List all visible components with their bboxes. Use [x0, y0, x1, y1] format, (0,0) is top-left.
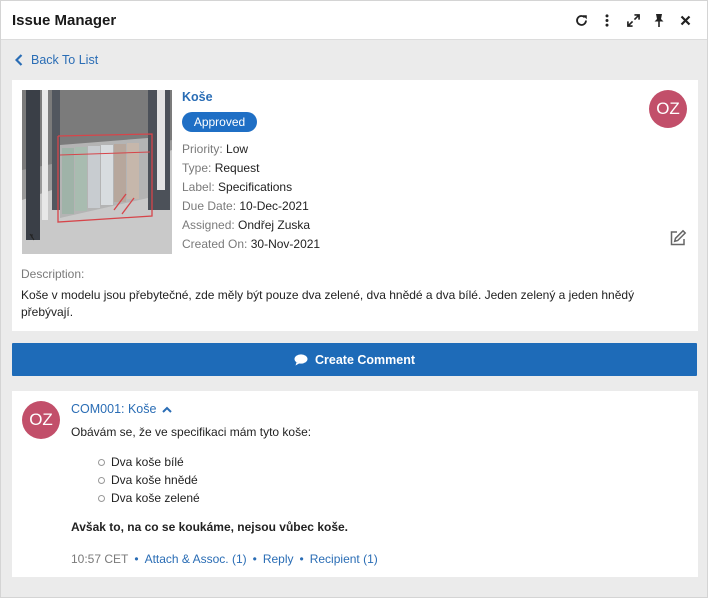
separator-dot: •	[252, 552, 257, 566]
comment-conclusion: Avšak to, na co se koukáme, nejsou vůbec…	[71, 520, 349, 534]
priority-label: Priority:	[182, 142, 223, 156]
refresh-icon[interactable]	[573, 11, 589, 29]
label-label: Label:	[182, 180, 215, 194]
comment-heading-label: COM001: Koše	[71, 402, 157, 416]
label-row: Label: Specifications	[182, 180, 292, 194]
window-toolbar	[573, 11, 693, 29]
attach-assoc-link[interactable]: Attach & Assoc. (1)	[145, 552, 247, 566]
comment-avatar: OZ	[22, 401, 60, 439]
comment-heading[interactable]: COM001: Koše	[71, 402, 173, 416]
comment-list: Dva koše bílé Dva koše hnědé Dva koše ze…	[97, 455, 200, 509]
back-to-list-link[interactable]: Back To List	[15, 53, 98, 67]
assignee-avatar: OZ	[649, 90, 687, 128]
comment-card: OZ COM001: Koše Obávám se, že ve specifi…	[12, 391, 698, 577]
created-on-row: Created On: 30-Nov-2021	[182, 237, 320, 251]
priority-row: Priority: Low	[182, 142, 248, 156]
expand-icon[interactable]	[625, 11, 641, 29]
recipient-link[interactable]: Recipient (1)	[310, 552, 378, 566]
issue-title-link[interactable]: Koše	[182, 90, 213, 104]
issue-card: Koše Approved Priority: Low Type: Reques…	[12, 80, 698, 331]
assigned-value: Ondřej Zuska	[238, 218, 311, 232]
back-to-list-label: Back To List	[31, 53, 99, 67]
chevron-left-icon	[15, 54, 23, 66]
due-date-row: Due Date: 10-Dec-2021	[182, 199, 309, 213]
type-label: Type:	[182, 161, 212, 175]
create-comment-label: Create Comment	[314, 352, 416, 367]
more-vertical-icon[interactable]	[599, 11, 615, 29]
edit-icon[interactable]	[669, 229, 687, 247]
description-text: Koše v modelu jsou přebytečné, zde měly …	[21, 288, 635, 319]
list-item: Dva koše bílé	[97, 455, 200, 473]
created-on-value: 30-Nov-2021	[250, 237, 321, 251]
status-badge: Approved	[182, 112, 257, 132]
list-item: Dva koše hnědé	[97, 473, 200, 491]
issue-thumbnail[interactable]	[22, 90, 172, 254]
window-title: Issue Manager	[12, 12, 117, 29]
issue-manager-window: Issue Manager Back To List Koše Approved…	[0, 0, 708, 598]
create-comment-button[interactable]: Create Comment	[12, 343, 697, 376]
comment-footer: 10:57 CET • Attach & Assoc. (1) • Reply …	[71, 552, 378, 566]
close-icon[interactable]	[677, 11, 693, 29]
type-value: Request	[214, 161, 260, 175]
created-on-label: Created On:	[182, 237, 248, 251]
separator-dot: •	[134, 552, 139, 566]
comment-time: 10:57 CET	[71, 552, 129, 566]
chevron-up-icon	[162, 406, 173, 413]
type-row: Type: Request	[182, 161, 259, 175]
list-item: Dva koše zelené	[97, 491, 200, 509]
separator-dot: •	[299, 552, 304, 566]
reply-link[interactable]: Reply	[263, 552, 294, 566]
due-date-label: Due Date:	[182, 199, 237, 213]
priority-value: Low	[226, 142, 249, 156]
comment-icon	[294, 353, 308, 365]
assigned-row: Assigned: Ondřej Zuska	[182, 218, 310, 232]
description-label: Description:	[21, 267, 85, 281]
comment-intro: Obávám se, že ve specifikaci mám tyto ko…	[71, 425, 312, 439]
pin-icon[interactable]	[651, 11, 667, 29]
title-bar: Issue Manager	[1, 1, 707, 40]
due-date-value: 10-Dec-2021	[239, 199, 309, 213]
assigned-label: Assigned:	[182, 218, 235, 232]
label-value: Specifications	[218, 180, 293, 194]
